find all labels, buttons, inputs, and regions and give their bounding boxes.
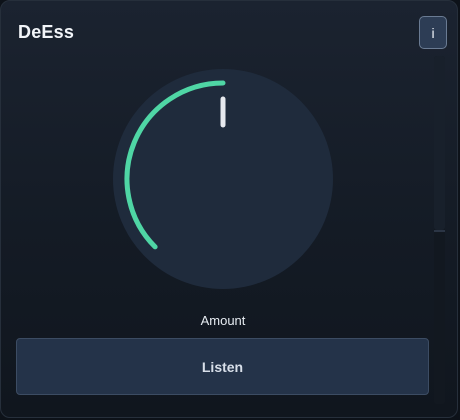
deess-plugin-panel: DeEss i Amount Listen	[0, 0, 458, 418]
scrollbar[interactable]	[434, 56, 445, 404]
amount-knob[interactable]	[113, 69, 333, 289]
info-button-label: i	[431, 24, 435, 41]
scrollbar-thumb[interactable]	[434, 56, 445, 230]
listen-button[interactable]: Listen	[16, 338, 429, 395]
amount-label: Amount	[200, 313, 246, 328]
knob-graphic	[113, 69, 333, 289]
plugin-title: DeEss	[18, 22, 75, 42]
scrollbar-divider	[434, 230, 445, 232]
listen-button-label: Listen	[201, 358, 244, 375]
info-button[interactable]: i	[419, 16, 447, 49]
